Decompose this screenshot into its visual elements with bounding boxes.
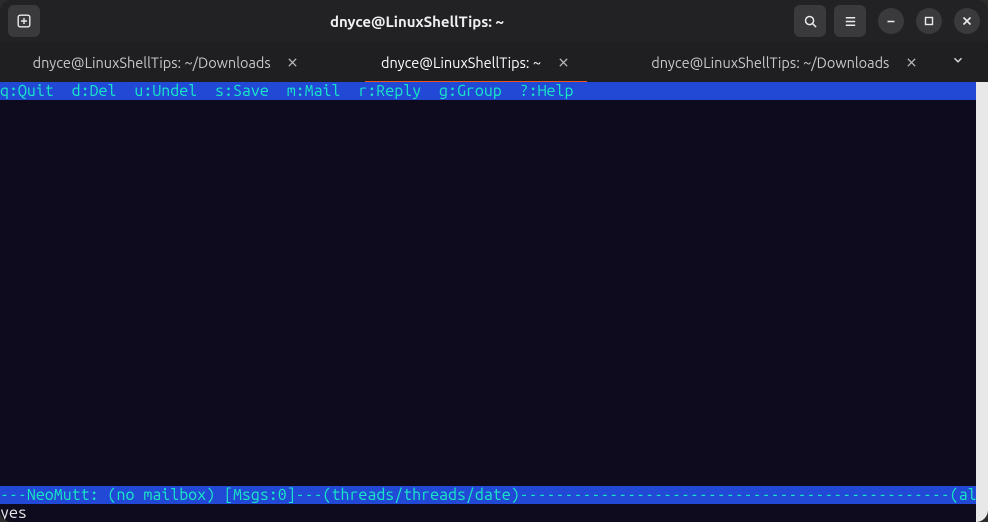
search-button[interactable] (794, 5, 826, 37)
neomutt-status-bar: ---NeoMutt: (no mailbox) [Msgs:0]---(thr… (0, 486, 976, 504)
terminal-window: dnyce@LinuxShellTips: ~ (0, 0, 988, 522)
maximize-icon (923, 15, 935, 27)
tab-label: dnyce@LinuxShellTips: ~/Downloads (33, 54, 271, 71)
close-icon (961, 15, 973, 27)
neomutt-help-bar: q:Quit d:Del u:Undel s:Save m:Mail r:Rep… (0, 82, 976, 100)
titlebar: dnyce@LinuxShellTips: ~ (0, 0, 988, 42)
neomutt-index-pane[interactable] (0, 100, 976, 486)
search-icon (803, 14, 818, 29)
chevron-down-icon (951, 53, 965, 71)
window-title: dnyce@LinuxShellTips: ~ (48, 13, 786, 30)
tab-label: dnyce@LinuxShellTips: ~/Downloads (651, 54, 889, 71)
close-icon (558, 54, 569, 71)
terminal-scrollbar[interactable] (976, 82, 988, 522)
close-window-button[interactable] (954, 8, 980, 34)
tab-1[interactable]: dnyce@LinuxShellTips: ~ (321, 42, 630, 82)
titlebar-right (794, 5, 980, 37)
minimize-button[interactable] (878, 8, 904, 34)
terminal-area[interactable]: q:Quit d:Del u:Undel s:Save m:Mail r:Rep… (0, 82, 988, 522)
scrollbar-track (978, 100, 986, 486)
titlebar-left (8, 5, 40, 37)
hamburger-icon (843, 14, 858, 29)
tabs-dropdown-button[interactable] (940, 42, 976, 82)
tabbar: dnyce@LinuxShellTips: ~/Downloads dnyce@… (0, 42, 988, 82)
close-icon (287, 54, 298, 71)
tab-label: dnyce@LinuxShellTips: ~ (381, 54, 541, 71)
close-icon (906, 54, 917, 71)
tab-close-button[interactable] (903, 54, 919, 70)
minimize-icon (885, 15, 897, 27)
maximize-button[interactable] (916, 8, 942, 34)
menu-button[interactable] (834, 5, 866, 37)
tab-2[interactable]: dnyce@LinuxShellTips: ~/Downloads (631, 42, 940, 82)
tab-0[interactable]: dnyce@LinuxShellTips: ~/Downloads (12, 42, 321, 82)
neomutt-prompt-line[interactable]: yes (0, 504, 976, 522)
new-tab-button[interactable] (8, 5, 40, 37)
tab-close-button[interactable] (285, 54, 301, 70)
new-tab-icon (16, 13, 32, 29)
tab-close-button[interactable] (555, 54, 571, 70)
